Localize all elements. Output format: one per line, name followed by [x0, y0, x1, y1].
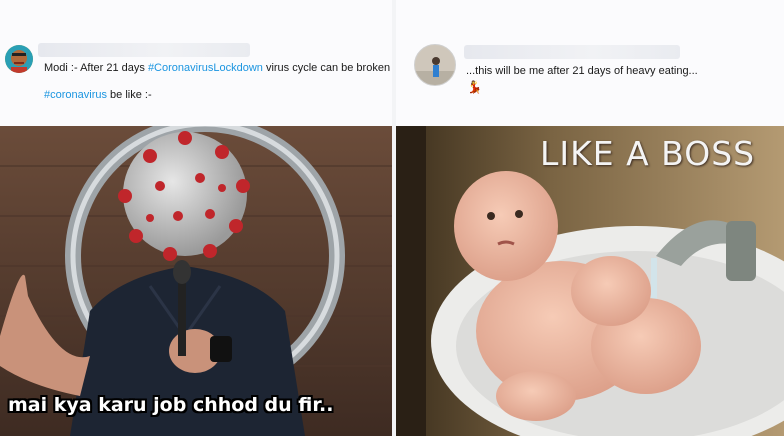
right-meme-caption: LIKE A BOSS [540, 134, 756, 173]
hashtag-coronavirus[interactable]: #coronavirus [44, 89, 107, 101]
left-user-avatar[interactable] [5, 45, 33, 73]
hashtag-coronaviruslockdown[interactable]: #CoronavirusLockdown [148, 62, 263, 74]
right-tweet-text: ...this will be me after 21 days of heav… [466, 65, 698, 77]
comedian-virus-photo [0, 126, 392, 436]
left-tweet-line2: #coronavirus be like :- [44, 89, 152, 101]
cartoon-face-icon [5, 45, 33, 73]
left-username-redacted [38, 43, 250, 57]
right-meme-image: LIKE A BOSS [396, 126, 784, 436]
tweet-text: virus cycle can be broken [262, 62, 391, 74]
right-username-redacted [464, 45, 680, 59]
tweet-text: Modi :- After 21 days [44, 62, 148, 74]
right-tweet-header: ...this will be me after 21 days of heav… [396, 0, 784, 126]
left-meme-image: mai kya karu job chhod du fir.. [0, 126, 392, 436]
left-meme-caption: mai kya karu job chhod du fir.. [8, 394, 334, 416]
person-photo-icon [415, 45, 455, 85]
dancer-emoji-icon: 💃 [467, 80, 482, 94]
right-user-avatar[interactable] [414, 44, 456, 86]
left-tweet-card: Modi :- After 21 days #CoronavirusLockdo… [0, 0, 392, 436]
left-tweet-line1: Modi :- After 21 days #CoronavirusLockdo… [44, 62, 390, 74]
left-tweet-header: Modi :- After 21 days #CoronavirusLockdo… [0, 0, 392, 126]
right-tweet-card: ...this will be me after 21 days of heav… [396, 0, 784, 436]
tweet-text: be like :- [106, 89, 152, 101]
